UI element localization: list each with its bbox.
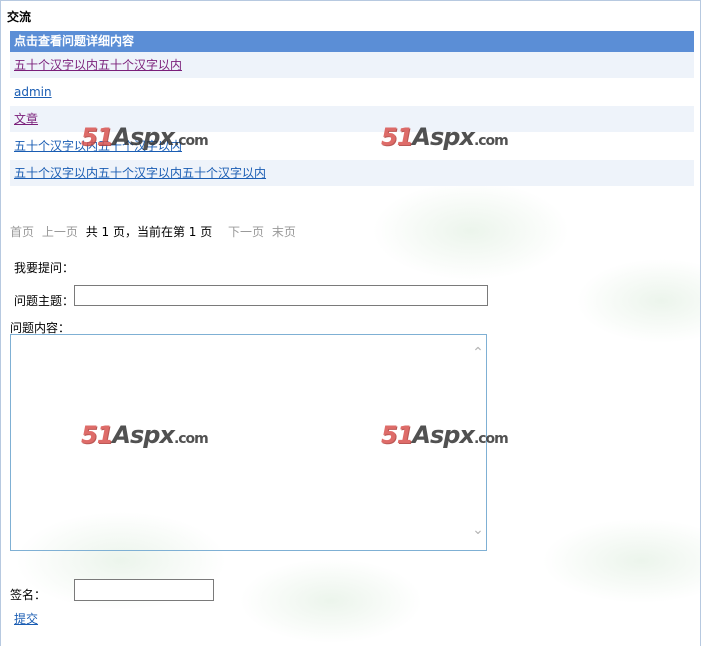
list-item: 五十个汉字以内五十个汉字以内 [10, 52, 694, 78]
signature-label: 签名： [10, 588, 47, 602]
pager-first[interactable]: 首页 [10, 225, 34, 239]
pager: 首页 上一页 共 1 页，当前在第 1 页 下一页 末页 [10, 223, 300, 240]
pager-info: 共 1 页，当前在第 1 页 [85, 225, 213, 239]
list-header: 点击查看问题详细内容 [10, 31, 694, 52]
watermark-domain: .com [173, 133, 209, 149]
pager-next[interactable]: 下一页 [228, 225, 264, 239]
watermark-domain: .com [173, 431, 209, 447]
watermark-logo: 51Aspx.com [81, 421, 209, 449]
list-item: admin [10, 79, 694, 105]
question-link[interactable]: admin [14, 85, 52, 99]
page-title: 交流 [7, 10, 32, 24]
pager-last[interactable]: 末页 [272, 225, 296, 239]
watermark-logo: 51Aspx.com [381, 123, 509, 151]
subject-label: 问题主题： [14, 294, 75, 308]
watermark-brand: Aspx [112, 123, 175, 151]
watermark-number: 51 [381, 421, 413, 449]
watermark-brand: Aspx [112, 421, 175, 449]
signature-input[interactable] [74, 579, 214, 601]
watermark-number: 51 [81, 421, 113, 449]
watermark-logo: 51Aspx.com [381, 421, 509, 449]
watermark-brand: Aspx [412, 421, 475, 449]
watermark-brand: Aspx [412, 123, 475, 151]
pager-prev[interactable]: 上一页 [42, 225, 78, 239]
watermark-number: 51 [381, 123, 413, 151]
content-frame: 交流 点击查看问题详细内容 五十个汉字以内五十个汉字以内 admin 文章 五十… [0, 0, 701, 646]
list-item: 五十个汉字以内五十个汉字以内五十个汉字以内 [10, 160, 694, 186]
question-link[interactable]: 五十个汉字以内五十个汉字以内 [14, 58, 182, 72]
scroll-up-icon[interactable]: ⌃ [472, 346, 484, 360]
watermark-logo: 51Aspx.com [81, 123, 209, 151]
question-link[interactable]: 五十个汉字以内五十个汉字以内五十个汉字以内 [14, 166, 266, 180]
ask-label: 我要提问： [14, 261, 75, 275]
watermark-domain: .com [473, 133, 509, 149]
scroll-down-icon[interactable]: ⌄ [472, 523, 484, 537]
watermark-domain: .com [473, 431, 509, 447]
submit-link[interactable]: 提交 [14, 610, 38, 627]
subject-input[interactable] [74, 285, 488, 306]
watermark-number: 51 [81, 123, 113, 151]
question-link[interactable]: 文章 [14, 112, 38, 126]
